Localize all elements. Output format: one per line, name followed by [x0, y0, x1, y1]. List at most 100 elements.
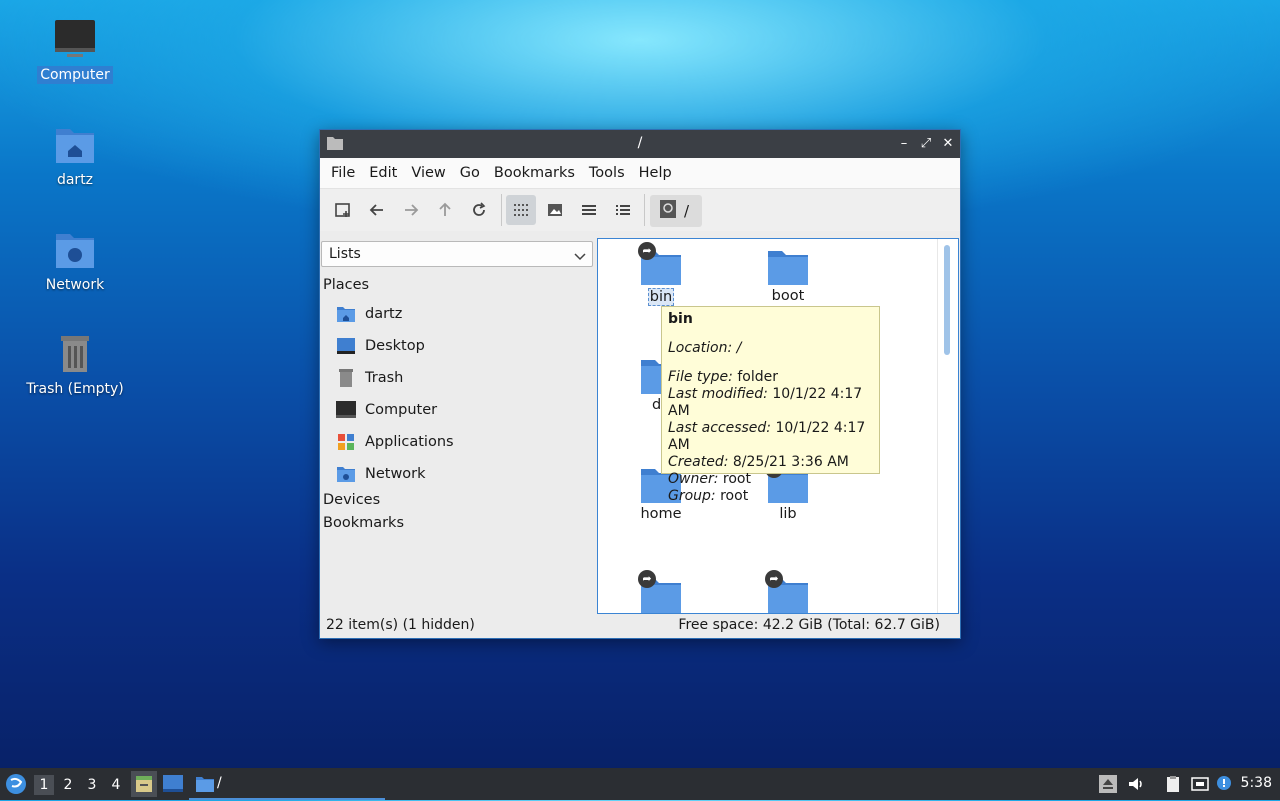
desktop-icon-label: Computer — [37, 66, 113, 84]
toolbar-separator — [501, 194, 502, 226]
folder-icon: ➦ — [638, 570, 682, 613]
place-label: dartz — [365, 306, 403, 322]
file-tooltip: bin Location: / File type: folder Last m… — [661, 306, 880, 504]
file-name: boot — [771, 288, 805, 304]
image-icon — [548, 204, 562, 216]
tooltip-location: Location: / — [668, 340, 742, 356]
item-count: 22 item(s) (1 hidden) — [326, 617, 475, 633]
file-item[interactable]: ➦ — [738, 570, 838, 613]
detailed-view-button[interactable] — [608, 195, 638, 225]
grid-icon — [514, 204, 528, 216]
menu-help[interactable]: Help — [632, 165, 679, 181]
desktop-icon-network[interactable]: Network — [20, 228, 130, 294]
desktop-icon-computer[interactable]: Computer — [20, 18, 130, 84]
vertical-scrollbar[interactable] — [937, 239, 958, 613]
network-status-icon[interactable] — [1191, 775, 1209, 793]
up-button[interactable] — [430, 195, 460, 225]
taskbar: 1 2 3 4 / 5:38 — [0, 768, 1280, 800]
file-item-bin[interactable]: ➦ bin — [611, 242, 711, 306]
desktop-icon-dartz[interactable]: dartz — [20, 123, 130, 189]
menu-bar: File Edit View Go Bookmarks Tools Help — [320, 158, 960, 188]
select-value: Lists — [329, 246, 361, 262]
place-applications[interactable]: Applications — [336, 430, 586, 454]
folder-icon: ➦ — [765, 570, 809, 613]
close-icon[interactable]: ✕ — [939, 135, 957, 153]
section-places[interactable]: Places — [323, 277, 369, 293]
tooltip-modified: Last modified: 10/1/22 4:17 AM — [668, 386, 863, 419]
workspace-4[interactable]: 4 — [106, 775, 126, 795]
workspace-1[interactable]: 1 — [34, 775, 54, 795]
free-space: Free space: 42.2 GiB (Total: 62.7 GiB) — [678, 617, 940, 633]
place-network[interactable]: Network — [336, 462, 586, 486]
place-desktop[interactable]: Desktop — [336, 334, 586, 358]
file-name: lib — [779, 506, 797, 522]
reload-icon — [473, 202, 486, 216]
compact-view-button[interactable] — [574, 195, 604, 225]
eject-icon[interactable] — [1099, 775, 1117, 793]
computer-icon — [336, 400, 356, 420]
menu-edit[interactable]: Edit — [362, 165, 404, 181]
tooltip-group: Group: root — [668, 488, 749, 504]
window-title: / — [637, 135, 643, 151]
thumbnail-view-button[interactable] — [540, 195, 570, 225]
file-item-boot[interactable]: boot — [738, 248, 838, 304]
place-label: Trash — [365, 370, 404, 386]
forward-button[interactable] — [396, 195, 426, 225]
scrollbar-thumb[interactable] — [944, 245, 950, 355]
place-dartz[interactable]: dartz — [336, 302, 586, 326]
desktop-icon-trash[interactable]: Trash (Empty) — [20, 332, 130, 398]
back-button[interactable] — [362, 195, 392, 225]
home-folder-icon — [336, 304, 356, 324]
reload-button[interactable] — [464, 195, 494, 225]
menu-view[interactable]: View — [404, 165, 452, 181]
chevron-down-icon — [574, 249, 586, 265]
tooltip-created: Created: 8/25/21 3:36 AM — [668, 454, 849, 470]
file-item[interactable]: ➦ — [611, 570, 711, 613]
minimize-icon[interactable]: – — [895, 135, 913, 153]
volume-icon[interactable] — [1127, 775, 1145, 793]
symlink-icon: ➦ — [638, 242, 656, 260]
place-label: Computer — [365, 402, 438, 418]
menu-file[interactable]: File — [324, 165, 362, 181]
trash-icon — [53, 332, 97, 376]
menu-bookmarks[interactable]: Bookmarks — [487, 165, 582, 181]
file-manager-launcher-icon[interactable] — [131, 771, 157, 797]
folder-icon — [767, 248, 809, 286]
place-label: Network — [365, 466, 426, 482]
maximize-icon[interactable]: ⤢ — [917, 135, 935, 153]
new-tab-icon — [335, 203, 350, 217]
path-button-root[interactable]: / — [650, 195, 702, 227]
tooltip-accessed: Last accessed: 10/1/22 4:17 AM — [668, 420, 866, 453]
section-devices[interactable]: Devices — [323, 492, 380, 508]
arrow-right-icon — [405, 204, 419, 216]
desktop-icon-label: Trash (Empty) — [26, 381, 124, 397]
list-icon — [582, 205, 596, 215]
file-name: home — [640, 506, 682, 522]
arrow-up-icon — [439, 202, 451, 216]
workspace-2[interactable]: 2 — [58, 775, 78, 795]
workspace-3[interactable]: 3 — [82, 775, 102, 795]
clipboard-icon[interactable] — [1164, 775, 1182, 793]
desktop-icon-label: dartz — [56, 172, 94, 188]
detailed-list-icon — [616, 205, 630, 215]
start-menu-icon[interactable] — [5, 773, 27, 799]
taskbar-window-button[interactable]: / — [189, 768, 385, 800]
clock[interactable]: 5:38 — [1241, 775, 1272, 791]
new-tab-button[interactable] — [328, 195, 358, 225]
notification-icon[interactable] — [1216, 775, 1234, 793]
side-panel-mode-select[interactable]: Lists — [321, 241, 593, 267]
menu-go[interactable]: Go — [453, 165, 487, 181]
taskbar-window-title: / — [217, 775, 222, 791]
show-desktop-icon[interactable] — [162, 774, 184, 798]
place-computer[interactable]: Computer — [336, 398, 586, 422]
icon-view-button[interactable] — [506, 195, 536, 225]
menu-tools[interactable]: Tools — [582, 165, 632, 181]
trash-icon — [336, 368, 356, 388]
place-trash[interactable]: Trash — [336, 366, 586, 390]
desktop-icon-label: Network — [45, 277, 105, 293]
section-bookmarks[interactable]: Bookmarks — [323, 515, 404, 531]
file-name: bin — [647, 288, 675, 306]
path-label: / — [684, 202, 690, 220]
toolbar: / — [320, 188, 960, 231]
title-bar[interactable]: / – ⤢ ✕ — [320, 130, 960, 158]
